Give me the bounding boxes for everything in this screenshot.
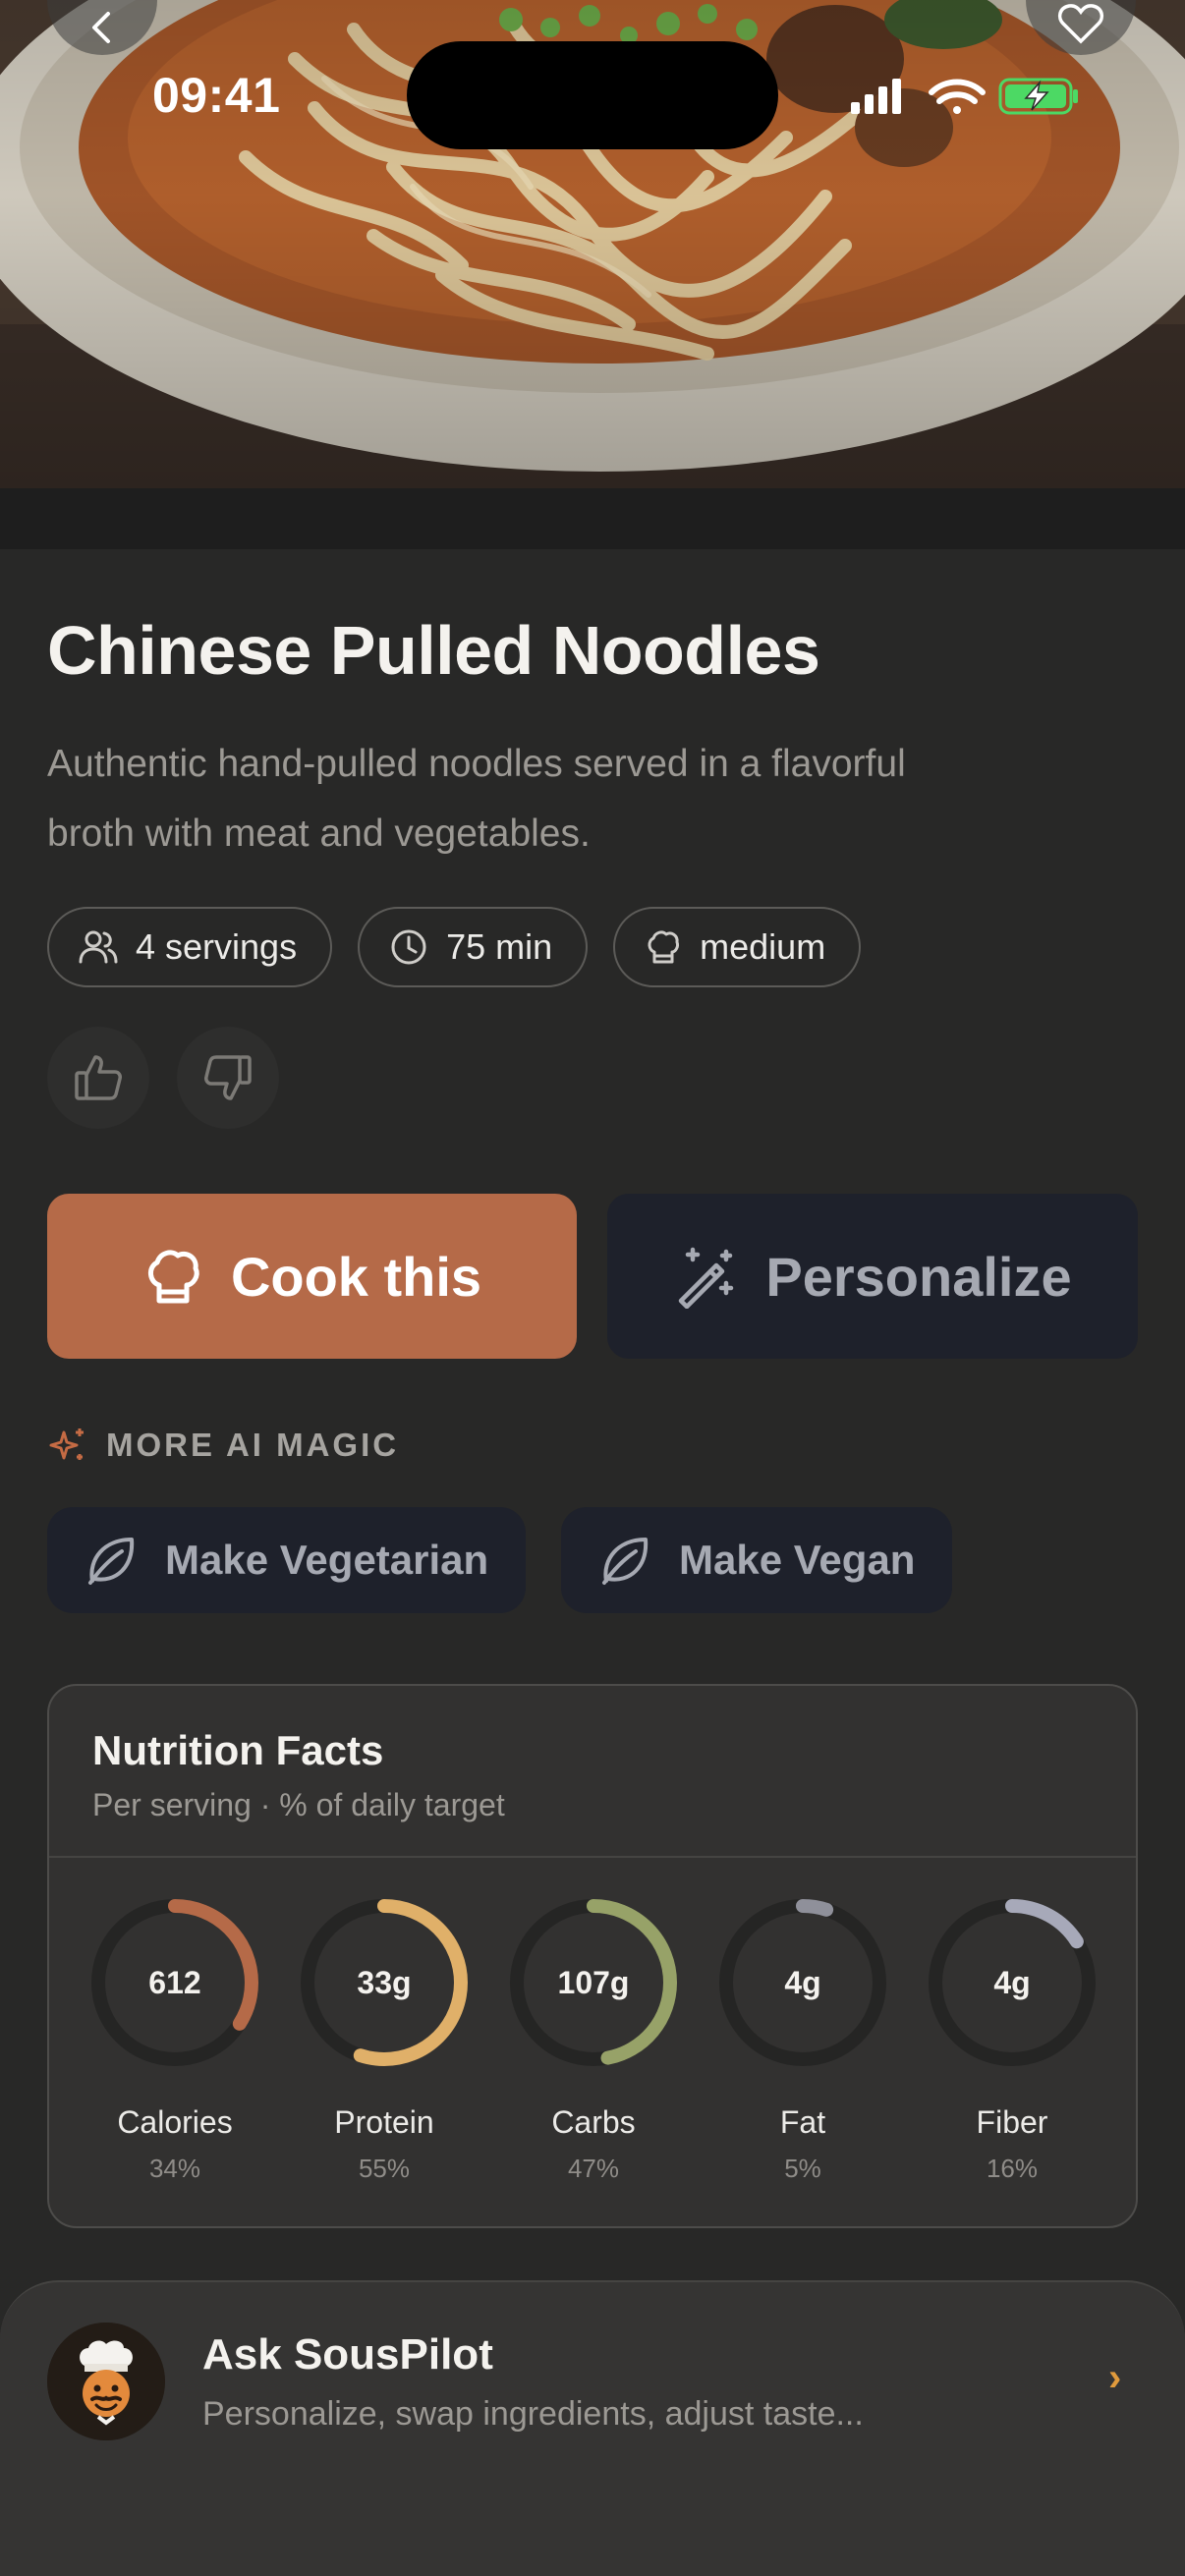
thumbs-up-icon — [75, 1055, 122, 1100]
nutrition-ring-fat: 4g Fat 5% — [716, 1896, 889, 2183]
difficulty-label: medium — [700, 926, 826, 967]
clock-icon — [391, 929, 426, 965]
nutrition-percent: 47% — [567, 2154, 620, 2183]
nutrition-ring-calories: 612 Calories 34% — [88, 1896, 261, 2183]
sparkles-icon — [49, 1428, 84, 1460]
people-icon — [79, 930, 118, 964]
thumbs-down-icon — [204, 1055, 252, 1100]
servings-label: 4 servings — [136, 926, 298, 967]
nutrition-label: Protein — [334, 2104, 434, 2140]
ask-souspilot-title: Ask SousPilot — [202, 2330, 493, 2379]
make-vegetarian-label: Make Vegetarian — [165, 1537, 489, 1583]
cook-this-button[interactable]: Cook this — [47, 1194, 577, 1359]
nutrition-value: 33g — [357, 1965, 412, 2000]
chef-mascot-icon — [47, 2323, 165, 2440]
nutrition-facts-card: Nutrition Facts Per serving · % of daily… — [47, 1684, 1138, 2228]
nutrition-label: Calories — [117, 2104, 233, 2140]
heart-icon — [1057, 4, 1104, 44]
nutrition-label: Carbs — [551, 2104, 636, 2140]
make-vegetarian-button[interactable]: Make Vegetarian — [47, 1507, 527, 1613]
time-pill: 75 min — [358, 907, 589, 987]
status-time: 09:41 — [152, 68, 281, 123]
cook-this-label: Cook this — [230, 1245, 482, 1308]
personalize-button[interactable]: Personalize — [607, 1194, 1138, 1359]
chef-hat-icon — [648, 930, 680, 964]
status-icons — [847, 75, 1083, 118]
wifi-icon — [929, 79, 986, 114]
description-line-1: Authentic hand-pulled noodles served in … — [47, 743, 906, 785]
chevron-left-icon — [92, 12, 110, 43]
leaf-icon — [88, 1538, 135, 1585]
nutrition-ring-protein: 33g Protein 55% — [298, 1896, 471, 2183]
nutrition-subtitle: Per serving · % of daily target — [92, 1787, 505, 1822]
nutrition-percent: 34% — [148, 2154, 201, 2183]
thumbs-up-button[interactable] — [47, 1027, 149, 1129]
nutrition-percent: 55% — [358, 2154, 411, 2183]
nutrition-ring-fiber: 4g Fiber 16% — [926, 1896, 1099, 2183]
nutrition-value: 4g — [993, 1965, 1031, 2000]
souspilot-avatar — [47, 2323, 165, 2440]
nutrition-ring-carbs: 107g Carbs 47% — [507, 1896, 680, 2183]
nutrition-value: 612 — [148, 1965, 201, 2000]
time-label: 75 min — [446, 926, 553, 967]
chef-hat-icon — [147, 1250, 199, 1304]
leaf-icon — [602, 1538, 649, 1585]
more-ai-magic-label: MORE AI MAGIC — [106, 1427, 400, 1463]
nutrition-percent: 5% — [784, 2154, 821, 2183]
personalize-label: Personalize — [765, 1245, 1072, 1308]
battery-charging-icon — [998, 78, 1078, 115]
nutrition-card-header: Nutrition Facts Per serving · % of daily… — [49, 1686, 1136, 1858]
recipe-title: Chinese Pulled Noodles — [47, 612, 820, 689]
nutrition-label: Fat — [779, 2104, 826, 2140]
cellular-signal-icon — [851, 79, 901, 114]
dynamic-island — [407, 41, 778, 149]
nutrition-value: 4g — [784, 1965, 821, 2000]
make-vegan-label: Make Vegan — [679, 1537, 916, 1583]
recipe-description: Authentic hand-pulled noodles served in … — [47, 729, 1108, 868]
nutrition-label: Fiber — [976, 2104, 1048, 2140]
make-vegan-button[interactable]: Make Vegan — [561, 1507, 953, 1613]
description-line-2: broth with meat and vegetables. — [47, 812, 591, 855]
nutrition-title: Nutrition Facts — [92, 1727, 384, 1773]
more-ai-magic-header: MORE AI MAGIC — [47, 1425, 399, 1466]
nutrition-percent: 16% — [986, 2154, 1039, 2183]
thumbs-down-button[interactable] — [177, 1027, 279, 1129]
difficulty-pill: medium — [613, 907, 862, 987]
chevron-right-icon[interactable]: › — [1108, 2356, 1121, 2400]
ask-souspilot-subtitle: Personalize, swap ingredients, adjust ta… — [202, 2395, 864, 2433]
recipe-meta-pills: 4 servings 75 min medium — [47, 907, 862, 987]
hero-divider-strip — [0, 488, 1185, 549]
magic-wand-icon — [679, 1247, 734, 1309]
nutrition-value: 107g — [557, 1965, 630, 2000]
servings-pill: 4 servings — [47, 907, 333, 987]
